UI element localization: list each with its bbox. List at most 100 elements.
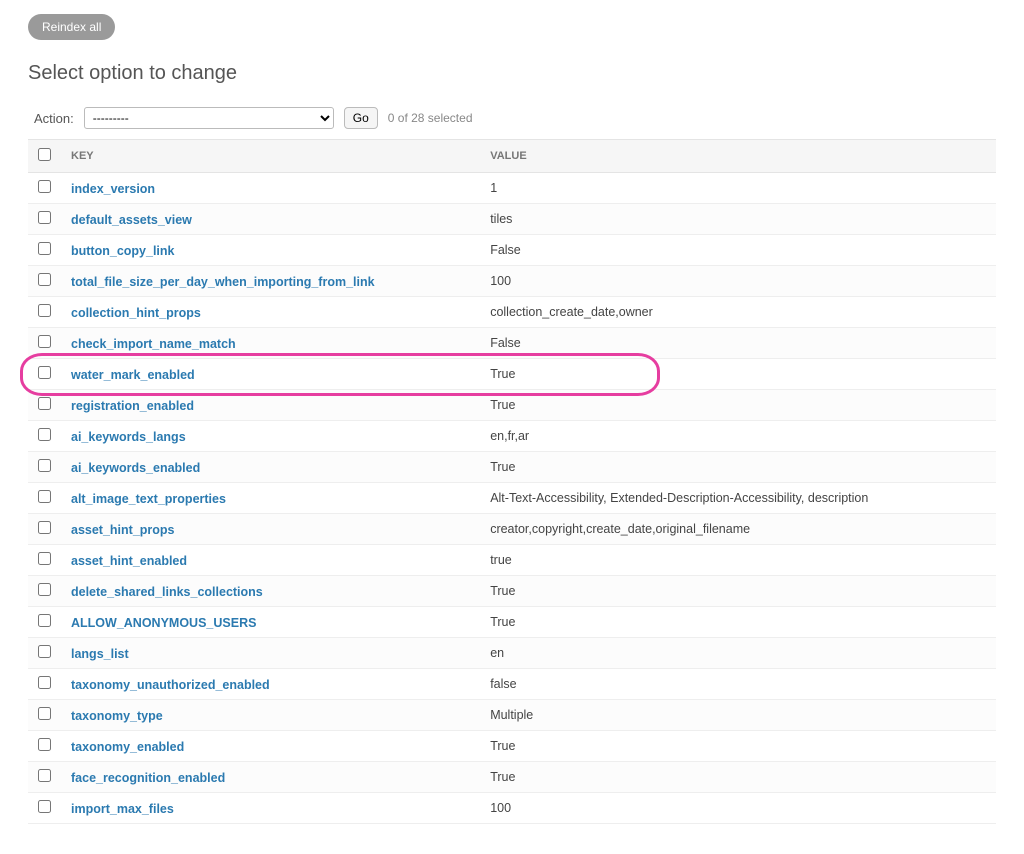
row-checkbox-cell — [28, 576, 61, 607]
row-checkbox-cell — [28, 793, 61, 824]
table-row: taxonomy_type Multiple — [28, 700, 996, 731]
option-link[interactable]: ALLOW_ANONYMOUS_USERS — [71, 616, 256, 630]
row-checkbox[interactable] — [38, 583, 51, 596]
option-link[interactable]: alt_image_text_properties — [71, 492, 226, 506]
option-link[interactable]: default_assets_view — [71, 213, 192, 227]
option-link[interactable]: button_copy_link — [71, 244, 174, 258]
row-value-cell: collection_create_date,owner — [480, 297, 996, 328]
row-key-cell: water_mark_enabled — [61, 359, 480, 390]
row-checkbox-cell — [28, 762, 61, 793]
table-row: water_mark_enabled True — [28, 359, 996, 390]
option-link[interactable]: face_recognition_enabled — [71, 771, 225, 785]
row-key-cell: total_file_size_per_day_when_importing_f… — [61, 266, 480, 297]
option-link[interactable]: ai_keywords_langs — [71, 430, 186, 444]
option-link[interactable]: check_import_name_match — [71, 337, 236, 351]
row-checkbox[interactable] — [38, 304, 51, 317]
option-link[interactable]: taxonomy_unauthorized_enabled — [71, 678, 270, 692]
row-key-cell: langs_list — [61, 638, 480, 669]
row-checkbox[interactable] — [38, 273, 51, 286]
option-link[interactable]: langs_list — [71, 647, 129, 661]
row-checkbox-cell — [28, 483, 61, 514]
row-key-cell: taxonomy_unauthorized_enabled — [61, 669, 480, 700]
row-value-cell: 100 — [480, 793, 996, 824]
action-select[interactable]: --------- — [84, 107, 334, 129]
table-row: delete_shared_links_collectionsTrue — [28, 576, 996, 607]
row-checkbox[interactable] — [38, 707, 51, 720]
row-checkbox[interactable] — [38, 490, 51, 503]
table-row: asset_hint_propscreator,copyright,create… — [28, 514, 996, 545]
row-checkbox[interactable] — [38, 614, 51, 627]
row-checkbox[interactable] — [38, 397, 51, 410]
row-value-cell: tiles — [480, 204, 996, 235]
row-value-cell: True — [480, 452, 996, 483]
row-checkbox[interactable] — [38, 428, 51, 441]
row-checkbox-cell — [28, 638, 61, 669]
option-link[interactable]: index_version — [71, 182, 155, 196]
row-checkbox-cell — [28, 545, 61, 576]
row-value-cell: True — [480, 359, 996, 390]
option-link[interactable]: collection_hint_props — [71, 306, 201, 320]
row-key-cell: registration_enabled — [61, 390, 480, 421]
row-checkbox[interactable] — [38, 521, 51, 534]
option-link[interactable]: taxonomy_enabled — [71, 740, 184, 754]
row-value-cell: 1 — [480, 173, 996, 204]
row-checkbox[interactable] — [38, 738, 51, 751]
row-checkbox[interactable] — [38, 676, 51, 689]
row-value-cell: 100 — [480, 266, 996, 297]
row-value-cell: True — [480, 390, 996, 421]
option-link[interactable]: delete_shared_links_collections — [71, 585, 263, 599]
row-key-cell: taxonomy_type — [61, 700, 480, 731]
select-all-checkbox[interactable] — [38, 148, 51, 161]
row-checkbox-cell — [28, 452, 61, 483]
row-key-cell: check_import_name_match — [61, 328, 480, 359]
selection-count: 0 of 28 selected — [388, 111, 473, 125]
row-checkbox-cell — [28, 359, 61, 390]
option-link[interactable]: ai_keywords_enabled — [71, 461, 200, 475]
row-key-cell: default_assets_view — [61, 204, 480, 235]
header-key[interactable]: KEY — [61, 140, 480, 173]
row-checkbox[interactable] — [38, 242, 51, 255]
row-value-cell: true — [480, 545, 996, 576]
row-checkbox[interactable] — [38, 800, 51, 813]
row-value-cell: en,fr,ar — [480, 421, 996, 452]
option-link[interactable]: import_max_files — [71, 802, 174, 816]
option-link[interactable]: registration_enabled — [71, 399, 194, 413]
row-key-cell: taxonomy_enabled — [61, 731, 480, 762]
row-checkbox-cell — [28, 266, 61, 297]
row-checkbox[interactable] — [38, 180, 51, 193]
row-checkbox[interactable] — [38, 645, 51, 658]
table-row: registration_enabled True — [28, 390, 996, 421]
row-value-cell: Alt-Text-Accessibility, Extended-Descrip… — [480, 483, 996, 514]
row-key-cell: ai_keywords_langs — [61, 421, 480, 452]
row-checkbox-cell — [28, 421, 61, 452]
options-table: KEY VALUE index_version 1 default_assets_v… — [28, 139, 996, 824]
header-value[interactable]: VALUE — [480, 140, 996, 173]
row-checkbox-cell — [28, 235, 61, 266]
row-checkbox[interactable] — [38, 335, 51, 348]
table-row: taxonomy_enabledTrue — [28, 731, 996, 762]
row-checkbox[interactable] — [38, 552, 51, 565]
row-value-cell: en — [480, 638, 996, 669]
table-row: face_recognition_enabledTrue — [28, 762, 996, 793]
reindex-all-button[interactable]: Reindex all — [28, 14, 115, 40]
row-checkbox[interactable] — [38, 366, 51, 379]
row-value-cell: Multiple — [480, 700, 996, 731]
option-link[interactable]: taxonomy_type — [71, 709, 163, 723]
row-checkbox[interactable] — [38, 211, 51, 224]
table-row: import_max_files 100 — [28, 793, 996, 824]
row-key-cell: delete_shared_links_collections — [61, 576, 480, 607]
row-checkbox-cell — [28, 731, 61, 762]
option-link[interactable]: asset_hint_enabled — [71, 554, 187, 568]
go-button[interactable]: Go — [344, 107, 378, 129]
row-checkbox[interactable] — [38, 769, 51, 782]
table-row: asset_hint_enabled true — [28, 545, 996, 576]
row-key-cell: ALLOW_ANONYMOUS_USERS — [61, 607, 480, 638]
option-link[interactable]: asset_hint_props — [71, 523, 175, 537]
option-link[interactable]: total_file_size_per_day_when_importing_f… — [71, 275, 375, 289]
row-key-cell: ai_keywords_enabled — [61, 452, 480, 483]
table-row: total_file_size_per_day_when_importing_f… — [28, 266, 996, 297]
row-checkbox[interactable] — [38, 459, 51, 472]
row-value-cell: False — [480, 328, 996, 359]
row-value-cell: False — [480, 235, 996, 266]
option-link[interactable]: water_mark_enabled — [71, 368, 195, 382]
